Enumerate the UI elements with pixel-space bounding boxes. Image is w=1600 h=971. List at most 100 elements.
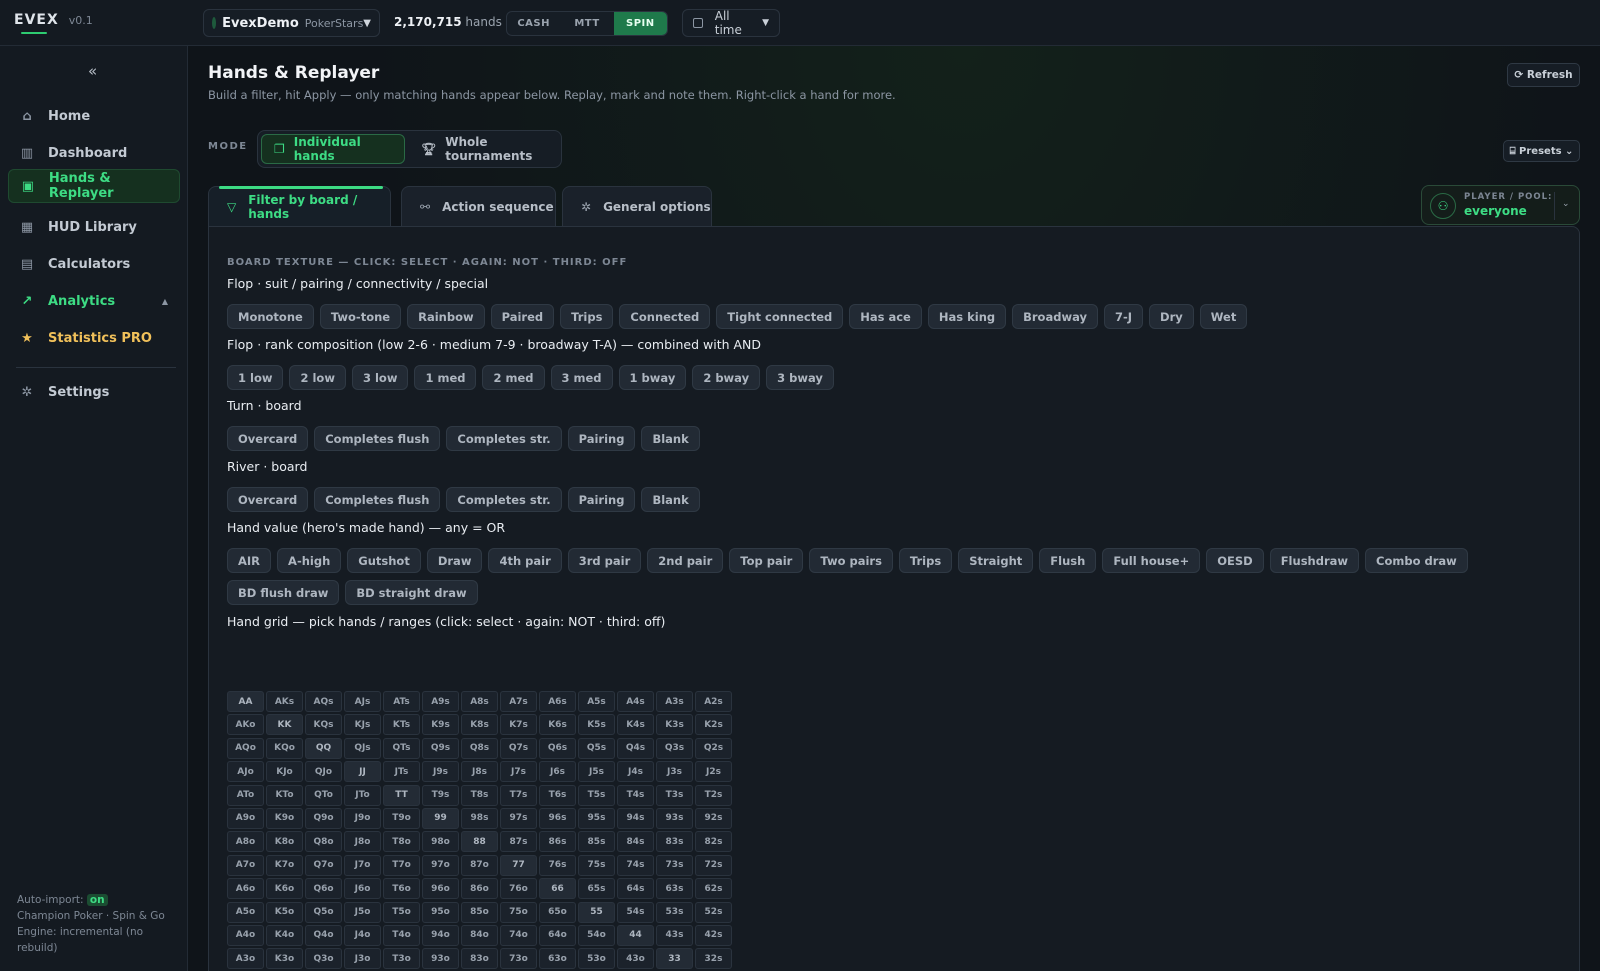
hand-cell[interactable]: 54s (617, 901, 654, 923)
hand-cell[interactable]: T7s (500, 784, 537, 806)
hand-cell[interactable]: K5s (578, 714, 615, 736)
filter-chip[interactable]: A-high (277, 548, 342, 573)
hand-cell[interactable]: 63s (656, 878, 693, 900)
filter-chip[interactable]: Draw (426, 548, 483, 573)
individual-hands-button[interactable]: ❐ Individual hands (261, 134, 405, 164)
hand-cell[interactable]: AQs (305, 691, 342, 712)
hand-cell[interactable]: K7o (266, 854, 303, 876)
hand-cell[interactable]: K2s (695, 714, 732, 736)
hand-cell[interactable]: KK (266, 714, 303, 736)
sidebar-item-dashboard[interactable]: ▥ Dashboard (8, 136, 180, 170)
filter-chip[interactable]: 2 med (482, 365, 545, 390)
sidebar-item-settings[interactable]: ✲ Settings (8, 375, 180, 409)
hand-cell[interactable]: KJo (266, 761, 303, 783)
hand-cell[interactable]: A6s (539, 691, 576, 712)
hand-cell[interactable]: T8s (461, 784, 498, 806)
hand-cell[interactable]: 44 (617, 924, 654, 946)
hand-cell[interactable]: A3s (656, 691, 693, 712)
hand-cell[interactable]: Q4o (305, 924, 342, 946)
filter-chip[interactable]: Completes flush (314, 426, 441, 451)
hand-cell[interactable]: A7o (227, 854, 264, 876)
hand-cell[interactable]: Q6o (305, 878, 342, 900)
filter-chip[interactable]: 4th pair (488, 548, 562, 573)
filter-chip[interactable]: Blank (641, 487, 700, 512)
filter-chip[interactable]: Two-tone (319, 304, 402, 329)
filter-chip[interactable]: 1 bway (618, 365, 687, 390)
hand-cell[interactable]: K3o (266, 948, 303, 970)
filter-chip[interactable]: AIR (227, 548, 272, 573)
hand-cell[interactable]: A9s (422, 691, 459, 712)
filter-chip[interactable]: Completes flush (314, 487, 441, 512)
filter-chip[interactable]: Trips (898, 548, 953, 573)
hand-cell[interactable]: T3o (383, 948, 420, 970)
filter-chip[interactable]: 3 bway (766, 365, 834, 390)
hand-cell[interactable]: KQs (305, 714, 342, 736)
game-tab-mtt[interactable]: MTT (560, 12, 613, 35)
brand[interactable]: EVEX v0.1 (14, 12, 93, 34)
tab-action-sequence[interactable]: ⚯ Action sequence (401, 186, 556, 226)
hand-cell[interactable]: Q3o (305, 948, 342, 970)
hand-cell[interactable]: ATs (383, 691, 420, 712)
presets-button[interactable]: ⌸ Presets ⌄ (1503, 140, 1580, 162)
hand-cell[interactable]: 72s (695, 854, 732, 876)
hand-cell[interactable]: KTo (266, 784, 303, 806)
whole-tournaments-button[interactable]: 🏆︎ Whole tournaments (409, 134, 559, 164)
hand-cell[interactable]: 86o (461, 878, 498, 900)
hand-cell[interactable]: 33 (656, 948, 693, 970)
sidebar-item-statistics-pro[interactable]: ★ Statistics PRO (8, 321, 180, 355)
hand-cell[interactable]: 53s (656, 901, 693, 923)
hand-cell[interactable]: K4s (617, 714, 654, 736)
filter-chip[interactable]: Dry (1149, 304, 1194, 329)
hand-cell[interactable]: T9o (383, 807, 420, 829)
hand-cell[interactable]: A5o (227, 901, 264, 923)
filter-chip[interactable]: Blank (641, 426, 700, 451)
hand-cell[interactable]: 95s (578, 807, 615, 829)
hand-cell[interactable]: J8s (461, 761, 498, 783)
sidebar-item-calculators[interactable]: ▤ Calculators (8, 247, 180, 281)
hand-cell[interactable]: 63o (539, 948, 576, 970)
hand-cell[interactable]: 97o (422, 854, 459, 876)
hand-cell[interactable]: JJ (344, 761, 381, 783)
hand-cell[interactable]: 75s (578, 854, 615, 876)
hand-cell[interactable]: KTs (383, 714, 420, 736)
hand-cell[interactable]: 65s (578, 878, 615, 900)
hand-cell[interactable]: 32s (695, 948, 732, 970)
hand-cell[interactable]: A6o (227, 878, 264, 900)
hand-cell[interactable]: 92s (695, 807, 732, 829)
hand-cell[interactable]: 43o (617, 948, 654, 970)
filter-chip[interactable]: Two pairs (809, 548, 893, 573)
hand-cell[interactable]: K8o (266, 831, 303, 853)
hand-cell[interactable]: 43s (656, 924, 693, 946)
hand-cell[interactable]: AJs (344, 691, 381, 712)
filter-chip[interactable]: Trips (560, 304, 614, 329)
hand-cell[interactable]: QTs (383, 737, 420, 759)
hand-cell[interactable]: J7o (344, 854, 381, 876)
tab-general-options[interactable]: ✲ General options (562, 186, 712, 226)
hand-cell[interactable]: QTo (305, 784, 342, 806)
filter-chip[interactable]: Overcard (227, 487, 309, 512)
hand-cell[interactable]: 99 (422, 807, 459, 829)
hand-cell[interactable]: 74o (500, 924, 537, 946)
hand-cell[interactable]: 98o (422, 831, 459, 853)
sidebar-item-hud-library[interactable]: ▦ HUD Library (8, 210, 180, 244)
hand-cell[interactable]: 83s (656, 831, 693, 853)
filter-chip[interactable]: Rainbow (407, 304, 485, 329)
filter-chip[interactable]: 3rd pair (567, 548, 642, 573)
player-pool-selector[interactable]: ⚇ PLAYER / POOL: everyone ⌄ (1421, 185, 1580, 225)
filter-chip[interactable]: Full house+ (1102, 548, 1201, 573)
hand-cell[interactable]: T9s (422, 784, 459, 806)
hand-cell[interactable]: K9o (266, 807, 303, 829)
hand-cell[interactable]: 87o (461, 854, 498, 876)
hand-cell[interactable]: Q9s (422, 737, 459, 759)
filter-chip[interactable]: 1 low (227, 365, 284, 390)
filter-chip[interactable]: 2 bway (692, 365, 761, 390)
hand-cell[interactable]: K4o (266, 924, 303, 946)
hand-cell[interactable]: 55 (578, 901, 615, 923)
hand-cell[interactable]: 84s (617, 831, 654, 853)
hand-cell[interactable]: A9o (227, 807, 264, 829)
filter-chip[interactable]: Combo draw (1365, 548, 1468, 573)
filter-chip[interactable]: 7-J (1103, 304, 1144, 329)
filter-chip[interactable]: Paired (490, 304, 555, 329)
hand-cell[interactable]: Q6s (539, 737, 576, 759)
hand-cell[interactable]: 64o (539, 924, 576, 946)
